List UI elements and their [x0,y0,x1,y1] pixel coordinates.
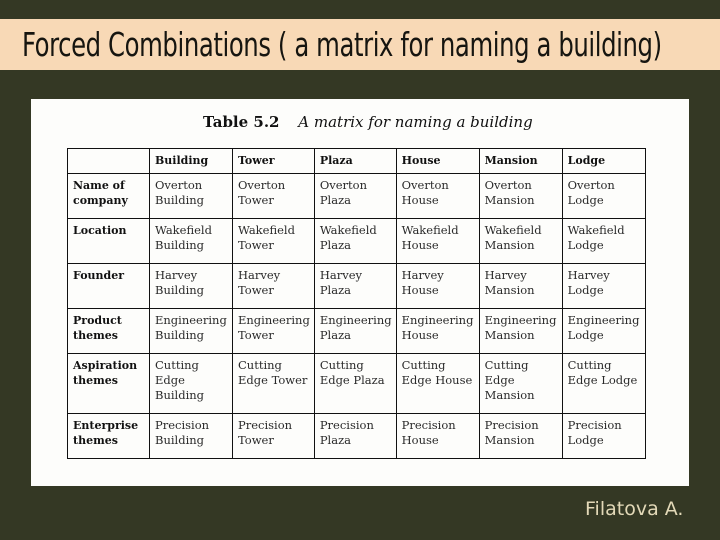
table-cell: Wakefield Lodge [561,218,646,264]
table-cell: Precision House [395,413,480,459]
header-row: Building Tower Plaza House Mansion Lodge [67,148,646,174]
table-cell: Precision Building [149,413,233,459]
table-cell: Overton Plaza [313,173,397,219]
table-cell: Engineering Tower [232,308,315,354]
table-cell: Engineering Building [149,308,233,354]
table-cell: Engineering Mansion [478,308,563,354]
table-cell: Wakefield Mansion [478,218,563,264]
table-cell: Engineering Plaza [313,308,397,354]
slide-title: Forced Combinations ( a matrix for namin… [22,25,662,64]
table-cell: Harvey Mansion [478,263,563,309]
table-image-panel: Table 5.2 A matrix for naming a building… [31,99,689,486]
column-header: Lodge [561,148,646,174]
table-cell: Wakefield Building [149,218,233,264]
table-cell: Precision Tower [232,413,315,459]
table-cell: Harvey House [395,263,480,309]
column-header: Tower [232,148,315,174]
table-cell: Precision Lodge [561,413,646,459]
table-cell: Overton Building [149,173,233,219]
table-cell: Cutting Edge Building [149,353,233,414]
table-description: A matrix for naming a building [298,113,533,131]
table-cell: Overton Tower [232,173,315,219]
column-header: Building [149,148,233,174]
table-cell: Precision Mansion [478,413,563,459]
table-cell: Engineering Lodge [561,308,646,354]
row-label: Aspiration themes [67,353,150,414]
column-header: Plaza [313,148,397,174]
table-cell: Cutting Edge House [395,353,480,414]
table-cell: Wakefield House [395,218,480,264]
table-cell: Engineering House [395,308,480,354]
naming-matrix-table: Building Tower Plaza House Mansion Lodge… [67,148,646,459]
row-label: Name of company [67,173,150,219]
table-cell: Cutting Edge Plaza [313,353,397,414]
author-credit: Filatova A. [585,498,684,520]
column-header [67,148,150,174]
table-cell: Overton Lodge [561,173,646,219]
column-header: Mansion [478,148,563,174]
row-label: Location [67,218,150,264]
row-label: Founder [67,263,150,309]
table-cell: Harvey Building [149,263,233,309]
table-row: Founder Harvey Building Harvey Tower Har… [67,263,646,309]
table-cell: Wakefield Tower [232,218,315,264]
title-band: Forced Combinations ( a matrix for namin… [0,19,720,70]
table-cell: Overton Mansion [478,173,563,219]
table-cell: Cutting Edge Tower [232,353,315,414]
table-cell: Wakefield Plaza [313,218,397,264]
table-cell: Cutting Edge Lodge [561,353,646,414]
row-label: Enterprise themes [67,413,150,459]
table-row: Enterprise themes Precision Building Pre… [67,413,646,459]
table-cell: Cutting Edge Mansion [478,353,563,414]
row-label: Product themes [67,308,150,354]
table-row: Location Wakefield Building Wakefield To… [67,218,646,264]
table-number: Table 5.2 [203,113,280,131]
table-row: Aspiration themes Cutting Edge Building … [67,353,646,414]
table-cell: Precision Plaza [313,413,397,459]
table-cell: Harvey Tower [232,263,315,309]
table-cell: Harvey Lodge [561,263,646,309]
table-cell: Overton House [395,173,480,219]
table-row: Product themes Engineering Building Engi… [67,308,646,354]
table-cell: Harvey Plaza [313,263,397,309]
table-caption: Table 5.2 A matrix for naming a building [203,113,533,131]
table-row: Name of company Overton Building Overton… [67,173,646,219]
column-header: House [395,148,480,174]
